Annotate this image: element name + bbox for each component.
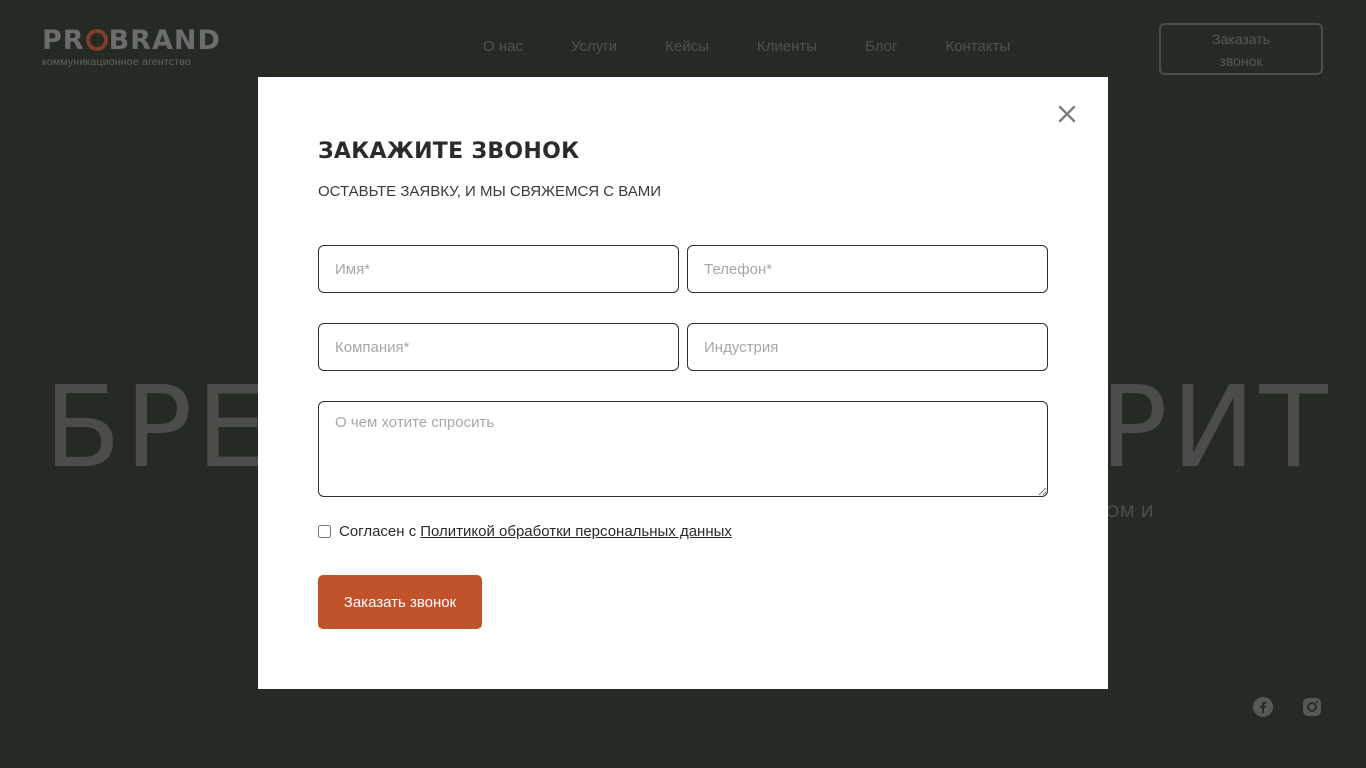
modal-subtitle: ОСТАВЬТЕ ЗАЯВКУ, И МЫ СВЯЖЕМСЯ С ВАМИ xyxy=(318,183,662,200)
phone-input[interactable] xyxy=(687,245,1048,293)
industry-input[interactable] xyxy=(687,323,1048,371)
order-call-modal: ЗАКАЖИТЕ ЗВОНОК ОСТАВЬТЕ ЗАЯВКУ, И МЫ СВ… xyxy=(258,77,1108,689)
privacy-policy-link[interactable]: Политикой обработки персональных данных xyxy=(420,523,732,540)
question-textarea[interactable] xyxy=(318,401,1048,497)
close-icon[interactable] xyxy=(1056,103,1078,125)
submit-order-call-button[interactable]: Заказать звонок xyxy=(318,575,482,629)
company-input[interactable] xyxy=(318,323,679,371)
consent-row: Согласен с Политикой обработки персональ… xyxy=(318,523,732,540)
consent-checkbox[interactable] xyxy=(318,525,331,538)
name-input[interactable] xyxy=(318,245,679,293)
modal-title: ЗАКАЖИТЕ ЗВОНОК xyxy=(318,139,580,164)
consent-label: Согласен с xyxy=(339,523,417,540)
